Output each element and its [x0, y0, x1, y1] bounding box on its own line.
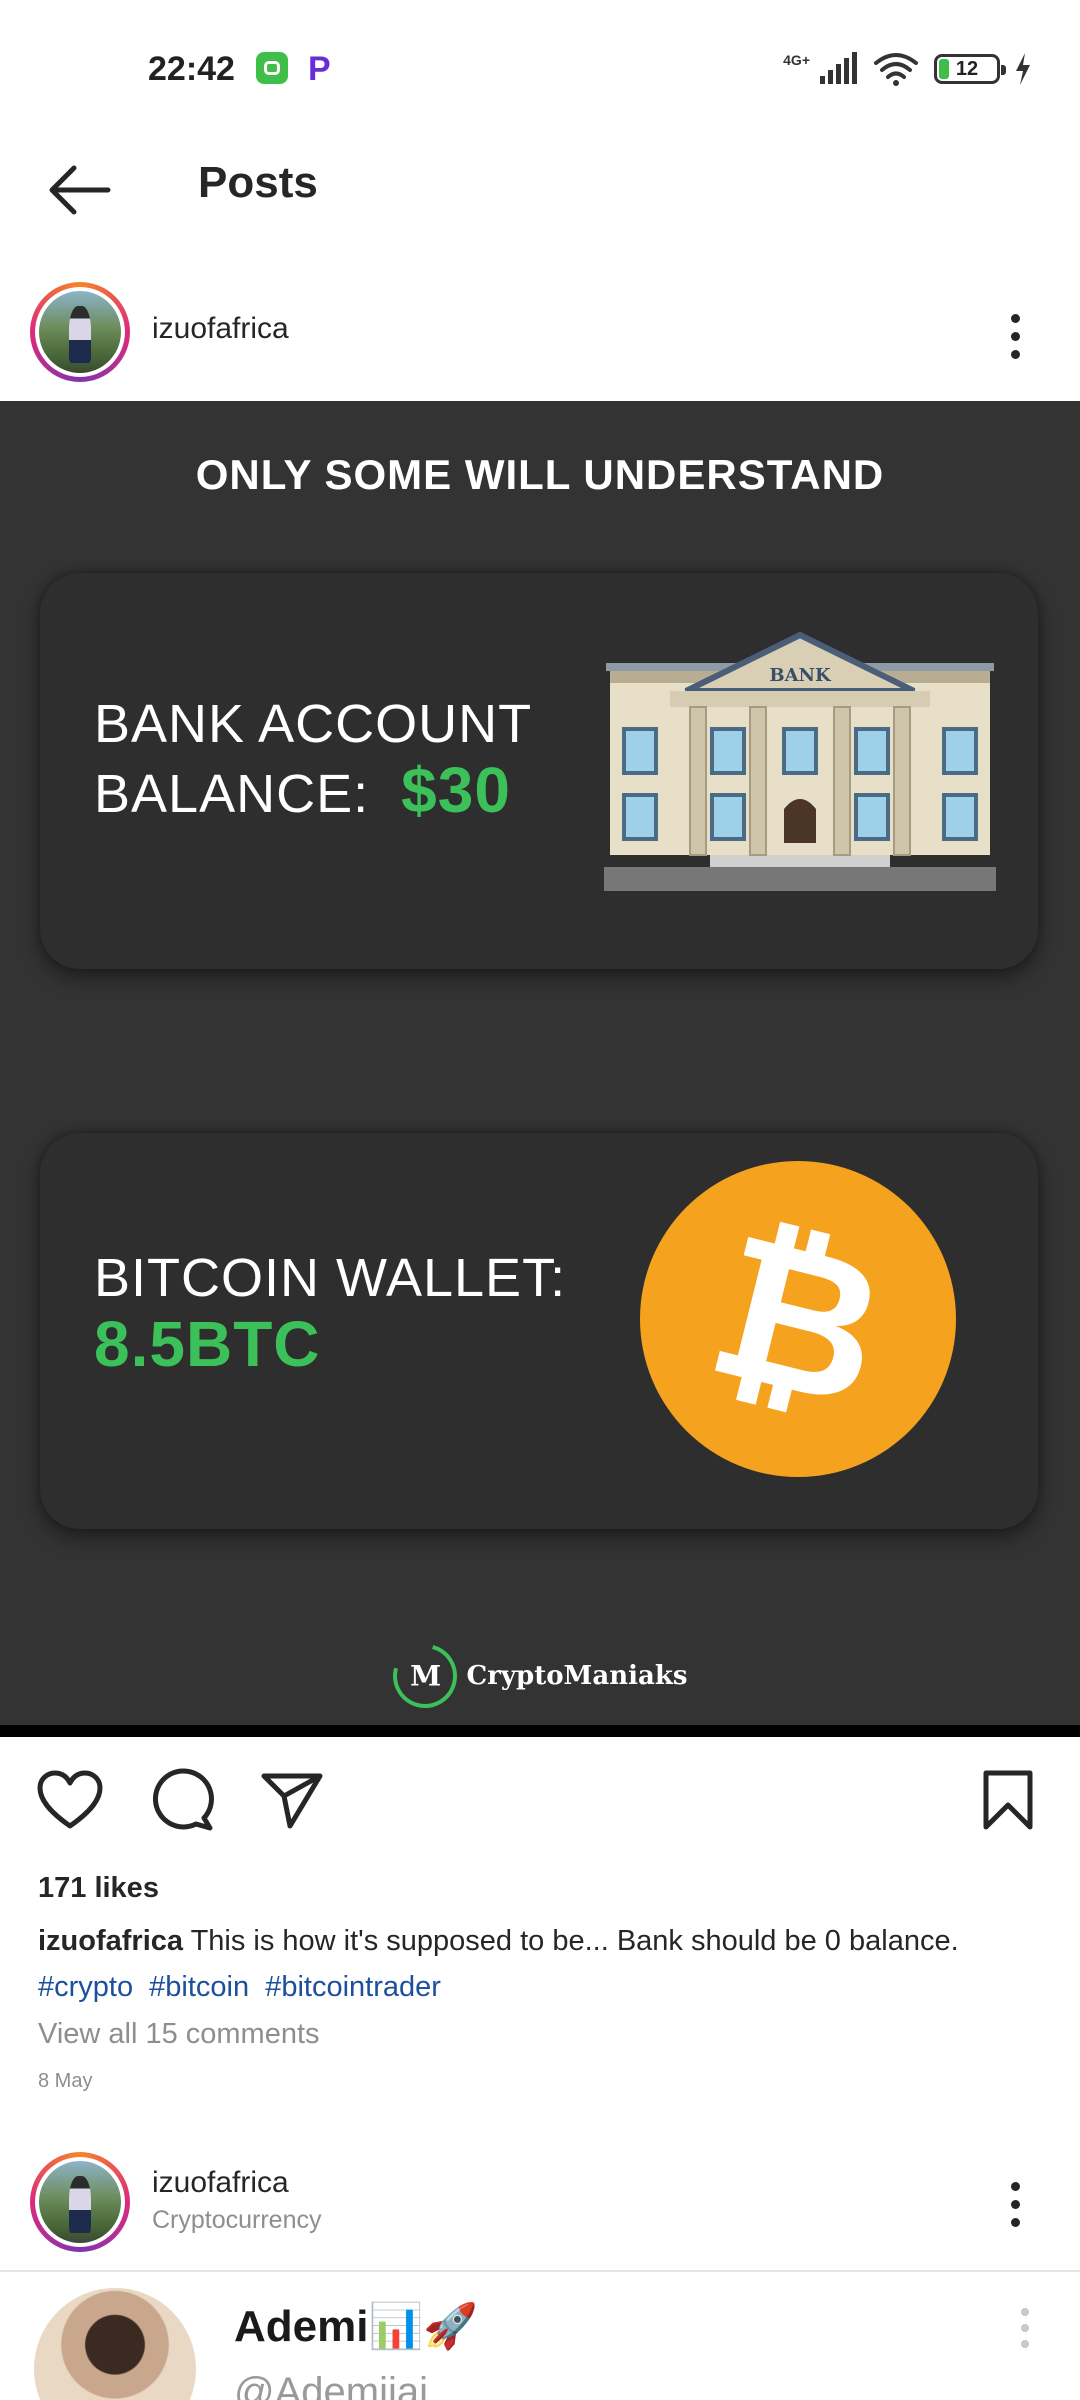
bitcoin-label: BITCOIN WALLET: 8.5BTC: [94, 1245, 566, 1377]
more-dot-icon: [1010, 2181, 1020, 2191]
brand-watermark: M CryptoManiaks: [0, 1632, 1080, 1720]
comment-icon: [152, 1768, 214, 1831]
bank-label-line2: BALANCE: $30: [94, 757, 532, 827]
avatar-image: [39, 291, 121, 373]
embed-emoji-icons: 📊🚀: [368, 2302, 479, 2351]
bank-value: $30: [401, 754, 511, 826]
image-headline: ONLY SOME WILL UNDERSTAND: [195, 451, 885, 498]
brand-logo-letter: M: [409, 1659, 441, 1693]
more-dot-icon: [1010, 349, 1020, 359]
back-button[interactable]: [40, 150, 120, 230]
more-dot-icon: [1010, 2199, 1020, 2209]
caption-username[interactable]: izuofafrica: [38, 1925, 183, 1957]
bitcoin-label-line1: BITCOIN WALLET:: [94, 1248, 567, 1308]
next-post-subtitle[interactable]: Cryptocurrency: [152, 2206, 322, 2235]
brand-name: CryptoManiaks: [466, 1661, 688, 1691]
post-date: 8 May: [38, 2070, 93, 2092]
post-actions: [0, 1760, 1080, 1860]
caption-text: This is how it's supposed to be... Bank …: [190, 1925, 959, 1957]
hashtag-link[interactable]: #crypto: [38, 1971, 133, 2003]
bank-card: BANK ACCOUNT BALANCE: $30 BANK: [40, 573, 1038, 969]
bank-label-line1: BANK ACCOUNT: [94, 694, 533, 754]
like-button[interactable]: [30, 1760, 110, 1840]
battery-icon: 12: [934, 54, 1006, 84]
avatar-image: [39, 2161, 121, 2243]
bitcoin-coin-icon: ₿: [640, 1161, 956, 1477]
status-time: 22:42: [148, 50, 235, 88]
avatar[interactable]: [30, 2152, 130, 2252]
status-indicators: 4G+ 12: [783, 44, 1032, 94]
next-post-image[interactable]: Ademi📊🚀 @Ademijai: [0, 2272, 1080, 2400]
view-comments-link[interactable]: View all 15 comments: [38, 2018, 320, 2051]
cryptomaniaks-logo-icon: M: [380, 1632, 469, 1720]
post-username[interactable]: izuofafrica: [152, 312, 289, 346]
embed-name: Ademi📊🚀: [234, 2300, 478, 2352]
next-post-header: izuofafrica Cryptocurrency: [0, 2148, 1080, 2268]
hashtag-link[interactable]: #bitcointrader: [265, 1971, 441, 2003]
page-title: Posts: [198, 158, 318, 207]
hashtag-link[interactable]: #bitcoin: [149, 1971, 249, 2003]
embed-name-text: Ademi: [234, 2302, 369, 2351]
bank-building-icon: BANK: [604, 631, 996, 891]
avatar[interactable]: [30, 282, 130, 382]
page-header: Posts: [0, 140, 1080, 270]
comment-button[interactable]: [142, 1760, 222, 1840]
embed-handle: @Ademijai: [234, 2370, 429, 2400]
signal-icon: [820, 52, 857, 84]
network-type-label: 4G+: [783, 52, 810, 68]
bitcoin-value: 8.5BTC: [94, 1308, 321, 1380]
bookmark-icon: [983, 1770, 1033, 1830]
more-dot-icon: [1010, 331, 1020, 341]
send-icon: [261, 1773, 323, 1829]
embed-more-icon: [1010, 2308, 1040, 2368]
more-options-button[interactable]: [990, 296, 1040, 376]
more-dot-icon: [1010, 313, 1020, 323]
post-caption: izuofafrica This is how it's supposed to…: [38, 1918, 1048, 1964]
bank-label: BANK ACCOUNT BALANCE: $30: [94, 691, 532, 827]
likes-count[interactable]: 171 likes: [38, 1872, 159, 1905]
post-header: izuofafrica: [0, 270, 1080, 400]
paypal-icon: P: [308, 50, 331, 88]
heart-icon: [37, 1770, 103, 1829]
embed-avatar: [34, 2288, 196, 2400]
bitcoin-symbol: ₿: [690, 1188, 905, 1454]
battery-level: 12: [955, 57, 979, 80]
hashtags: #crypto #bitcoin #bitcointrader: [38, 1964, 449, 2010]
bank-label-balance: BALANCE:: [94, 764, 370, 824]
app-notification-icon: [256, 52, 288, 84]
bank-sign: BANK: [769, 665, 832, 686]
arrow-left-icon: [49, 165, 111, 215]
save-button[interactable]: [968, 1760, 1048, 1840]
post-image[interactable]: ONLY SOME WILL UNDERSTAND BANK ACCOUNT B…: [0, 401, 1080, 1737]
status-bar: 22:42 P 4G+ 12: [0, 0, 1080, 140]
next-post-username[interactable]: izuofafrica: [152, 2166, 289, 2200]
more-options-button[interactable]: [990, 2164, 1040, 2244]
bitcoin-symbol-icon: ₿: [690, 1188, 905, 1454]
charging-icon: [1016, 53, 1030, 85]
wifi-icon: [874, 53, 918, 86]
share-button[interactable]: [252, 1760, 332, 1840]
bitcoin-card: BITCOIN WALLET: 8.5BTC ₿: [40, 1133, 1038, 1529]
more-dot-icon: [1010, 2217, 1020, 2227]
